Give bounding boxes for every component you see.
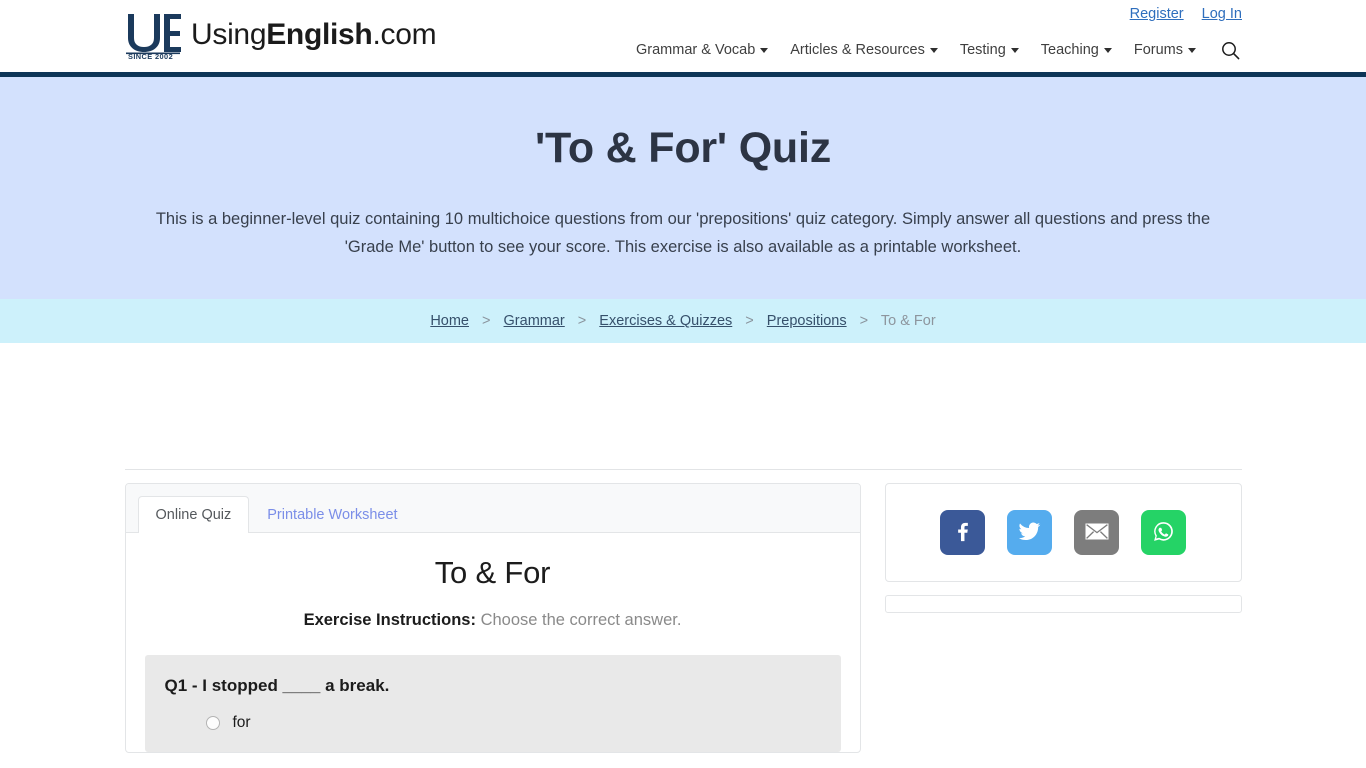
chevron-down-icon bbox=[929, 48, 938, 53]
nav-item-testing[interactable]: Testing bbox=[949, 43, 1030, 58]
site-logo[interactable]: SINCE 2002 UsingEnglish.com bbox=[124, 11, 437, 59]
twitter-icon bbox=[1018, 520, 1041, 546]
breadcrumb-separator: > bbox=[482, 313, 491, 330]
breadcrumb-item-current: To & For bbox=[880, 313, 936, 330]
brand-bold: English bbox=[266, 18, 373, 51]
breadcrumb-item-home[interactable]: Home bbox=[430, 313, 469, 329]
register-link[interactable]: Register bbox=[1130, 6, 1184, 22]
breadcrumb-separator: > bbox=[859, 313, 869, 330]
tab-online-quiz[interactable]: Online Quiz bbox=[137, 496, 250, 534]
whatsapp-icon bbox=[1152, 520, 1175, 546]
nav-label: Articles & Resources bbox=[790, 42, 925, 59]
auth-links: Register Log In bbox=[1116, 6, 1242, 22]
hero-banner: 'To & For' Quiz This is a beginner-level… bbox=[0, 72, 1366, 300]
twitter-share-button[interactable] bbox=[1007, 510, 1052, 556]
email-share-button[interactable] bbox=[1074, 510, 1119, 556]
quiz-instructions: Exercise Instructions: Choose the correc… bbox=[144, 611, 842, 630]
breadcrumb-item-prepositions[interactable]: Prepositions bbox=[767, 313, 847, 329]
ue-logo-icon: SINCE 2002 bbox=[124, 11, 182, 59]
answer-option-label: for bbox=[232, 714, 251, 732]
facebook-icon bbox=[952, 520, 974, 545]
header-inner: SINCE 2002 UsingEnglish.com Register Log… bbox=[0, 0, 1366, 72]
search-icon bbox=[1221, 42, 1240, 63]
breadcrumb-bar: Home > Grammar > Exercises & Quizzes > P… bbox=[0, 299, 1366, 344]
quiz-card: Online Quiz Printable Worksheet To & For… bbox=[124, 483, 861, 754]
nav-label: Teaching bbox=[1040, 42, 1099, 59]
whatsapp-share-button[interactable] bbox=[1141, 510, 1186, 556]
brand-suffix: .com bbox=[372, 18, 437, 51]
breadcrumb-separator: > bbox=[745, 313, 754, 330]
site-header: SINCE 2002 UsingEnglish.com Register Log… bbox=[0, 0, 1366, 77]
svg-text:SINCE 2002: SINCE 2002 bbox=[128, 52, 173, 59]
ad-slot-top bbox=[0, 343, 1366, 469]
breadcrumb-item-exercises-quizzes[interactable]: Exercises & Quizzes bbox=[599, 313, 732, 329]
question-text: Q1 - I stopped ____ a break. bbox=[164, 676, 390, 696]
share-card bbox=[884, 483, 1242, 583]
page-title: 'To & For' Quiz bbox=[534, 124, 832, 172]
quiz-body: To & For Exercise Instructions: Choose t… bbox=[126, 533, 860, 753]
page-description: This is a beginner-level quiz containing… bbox=[155, 209, 1211, 256]
sidebar-column bbox=[884, 483, 1242, 614]
nav-label: Grammar & Vocab bbox=[636, 42, 756, 59]
nav-item-articles-resources[interactable]: Articles & Resources bbox=[779, 43, 949, 58]
content-columns: Online Quiz Printable Worksheet To & For… bbox=[124, 483, 1242, 754]
search-button[interactable] bbox=[1219, 41, 1242, 60]
breadcrumb-separator: > bbox=[577, 313, 587, 330]
answer-option[interactable]: for bbox=[165, 710, 821, 736]
chevron-down-icon bbox=[1010, 48, 1019, 53]
main-column: Online Quiz Printable Worksheet To & For… bbox=[124, 483, 861, 754]
chevron-down-icon bbox=[760, 48, 769, 53]
main-navigation: Grammar & Vocab Articles & Resources Tes… bbox=[625, 41, 1242, 60]
brand-wordmark: UsingEnglish.com bbox=[191, 18, 437, 51]
tab-strip: Online Quiz Printable Worksheet bbox=[125, 484, 860, 534]
sidebar-placeholder-box bbox=[884, 595, 1242, 614]
chevron-down-icon bbox=[1188, 48, 1196, 53]
nav-item-teaching[interactable]: Teaching bbox=[1030, 43, 1123, 58]
nav-item-forums[interactable]: Forums bbox=[1123, 43, 1207, 58]
nav-label: Testing bbox=[959, 42, 1006, 59]
brand-prefix: Using bbox=[191, 18, 267, 51]
quiz-title: To & For bbox=[434, 555, 551, 591]
email-icon bbox=[1085, 523, 1109, 543]
nav-item-grammar-vocab[interactable]: Grammar & Vocab bbox=[625, 43, 779, 58]
question-block: Q1 - I stopped ____ a break. for bbox=[144, 655, 841, 753]
header-divider bbox=[0, 72, 1366, 77]
chevron-down-icon bbox=[1103, 48, 1112, 53]
content-divider bbox=[124, 469, 1242, 471]
login-link[interactable]: Log In bbox=[1202, 6, 1242, 22]
radio-button-icon[interactable] bbox=[205, 716, 220, 731]
facebook-share-button[interactable] bbox=[940, 510, 985, 556]
page-body: Online Quiz Printable Worksheet To & For… bbox=[0, 343, 1366, 754]
instructions-label: Exercise Instructions: bbox=[303, 611, 476, 630]
instructions-text: Choose the correct answer. bbox=[480, 611, 682, 630]
nav-label: Forums bbox=[1133, 42, 1183, 59]
tab-printable-worksheet[interactable]: Printable Worksheet bbox=[249, 496, 415, 533]
breadcrumb: Home > Grammar > Exercises & Quizzes > P… bbox=[430, 313, 935, 329]
breadcrumb-item-grammar[interactable]: Grammar bbox=[504, 313, 565, 329]
